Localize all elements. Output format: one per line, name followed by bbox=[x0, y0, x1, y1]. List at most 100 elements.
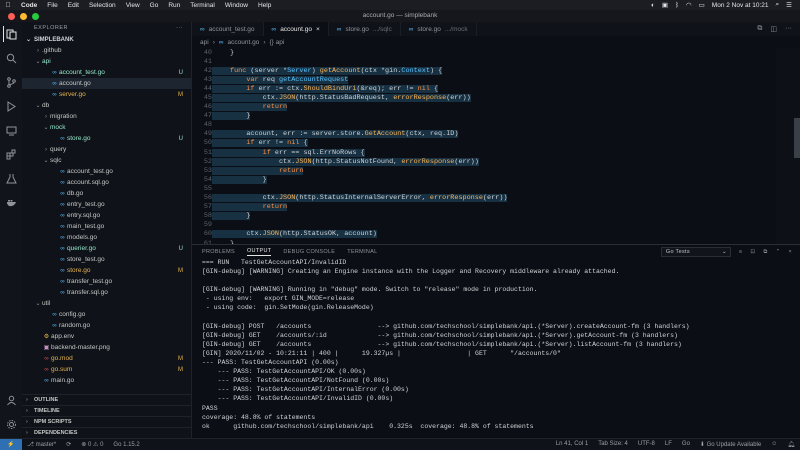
section-timeline[interactable]: › TIMELINE bbox=[22, 405, 192, 416]
sync-icon[interactable]: ⟳ bbox=[61, 441, 76, 448]
tree-file[interactable]: ∞ account.sql.go bbox=[22, 177, 191, 188]
tree-file[interactable]: ∞ config.go bbox=[22, 309, 191, 320]
code-line[interactable]: 44 if err := ctx.ShouldBindUri(&req); er… bbox=[192, 84, 800, 93]
editor-scrollbar[interactable] bbox=[794, 118, 800, 158]
breadcrumb-file[interactable]: account.go bbox=[228, 39, 260, 46]
go-update-indicator[interactable]: ⬇ Go Update Available bbox=[695, 441, 766, 448]
code-editor[interactable]: 40} 41 42 func (server *Server) getAccount… bbox=[192, 48, 800, 244]
code-line[interactable]: 40} bbox=[192, 48, 800, 57]
menu-window[interactable]: Window bbox=[220, 2, 253, 9]
tree-folder[interactable]: ⌄ mock bbox=[22, 122, 191, 133]
code-line[interactable]: 46 return bbox=[192, 103, 800, 112]
tree-file[interactable]: ∞ store_test.go bbox=[22, 254, 191, 265]
notifications-icon[interactable]: 🔔︎ bbox=[782, 441, 800, 448]
menu-terminal[interactable]: Terminal bbox=[185, 2, 220, 9]
list-filter-icon[interactable]: ≡ bbox=[739, 249, 743, 255]
tree-file[interactable]: ⚙ app.env bbox=[22, 331, 191, 342]
close-icon[interactable]: × bbox=[788, 249, 792, 255]
tree-file[interactable]: ∞ main_test.go bbox=[22, 221, 191, 232]
remote-indicator-icon[interactable]: ⚡ bbox=[0, 438, 22, 450]
tree-file[interactable]: ∞ querier.go U bbox=[22, 243, 191, 254]
tree-file[interactable]: ∞ store.go U bbox=[22, 133, 191, 144]
project-root[interactable]: ⌄ SIMPLEBANK bbox=[22, 34, 191, 45]
menu-go[interactable]: Go bbox=[145, 2, 164, 9]
cursor-position[interactable]: Ln 41, Col 1 bbox=[551, 441, 593, 448]
open-log-icon[interactable]: ⧉ bbox=[763, 249, 767, 256]
tree-folder[interactable]: ⌄ db bbox=[22, 100, 191, 111]
battery-icon[interactable]: ▭ bbox=[699, 1, 705, 9]
encoding[interactable]: UTF-8 bbox=[633, 441, 660, 448]
close-icon[interactable]: × bbox=[316, 26, 320, 33]
tree-file[interactable]: ∞ entry.sql.go bbox=[22, 210, 191, 221]
code-line[interactable]: 51 if err == sql.ErrNoRows { bbox=[192, 148, 800, 157]
code-line[interactable]: 47 } bbox=[192, 112, 800, 121]
menu-run[interactable]: Run bbox=[163, 2, 185, 9]
code-line[interactable]: 45 ctx.JSON(http.StatusBadRequest, error… bbox=[192, 93, 800, 103]
tree-file[interactable]: ∞ entry_test.go bbox=[22, 199, 191, 210]
split-editor-icon[interactable]: ◫ bbox=[770, 25, 777, 33]
tab-account-go[interactable]: ∞ account.go × bbox=[263, 22, 329, 36]
tree-file[interactable]: ▣ backend-master.png bbox=[22, 342, 191, 353]
code-line[interactable]: 52 ctx.JSON(http.StatusNotFound, errorRe… bbox=[192, 157, 800, 166]
clock-text[interactable]: Mon 2 Nov at 10:21 bbox=[712, 2, 769, 9]
extensions-icon[interactable] bbox=[3, 146, 19, 162]
tree-file[interactable]: ∞ account.go bbox=[22, 78, 191, 89]
tree-file[interactable]: ∞ store.go M bbox=[22, 265, 191, 276]
tree-file[interactable]: ∞ account_test.go U bbox=[22, 67, 191, 78]
output-log[interactable]: === RUN TestGetAccountAPI/InvalidID [GIN-… bbox=[192, 259, 800, 432]
tree-folder[interactable]: ⌄ sqlc bbox=[22, 155, 191, 166]
code-line[interactable]: 43 var req getAccountRequest bbox=[192, 75, 800, 84]
accounts-icon[interactable] bbox=[3, 392, 19, 408]
apple-icon[interactable]:  bbox=[0, 2, 16, 9]
menu-app-name[interactable]: Code bbox=[16, 2, 42, 9]
tab-size[interactable]: Tab Size: 4 bbox=[593, 441, 633, 448]
tab-store-mock[interactable]: ∞ store.go .../mock bbox=[401, 22, 477, 36]
code-line[interactable]: 50 if err != nil { bbox=[192, 139, 800, 148]
search-icon[interactable] bbox=[3, 50, 19, 66]
tab-terminal[interactable]: TERMINAL bbox=[347, 249, 377, 255]
menu-help[interactable]: Help bbox=[253, 2, 276, 9]
breadcrumb-symbol[interactable]: {} api bbox=[269, 39, 284, 46]
more-actions-icon[interactable]: ··· bbox=[176, 25, 191, 31]
docker-icon[interactable] bbox=[3, 194, 19, 210]
tab-account-test[interactable]: ∞ account_test.go bbox=[192, 22, 264, 36]
code-line[interactable]: 59 bbox=[192, 221, 800, 230]
source-control-icon[interactable] bbox=[3, 74, 19, 90]
bluetooth-icon[interactable]: ᛒ bbox=[675, 2, 679, 9]
menu-file[interactable]: File bbox=[42, 2, 62, 9]
more-actions-icon[interactable]: ··· bbox=[785, 25, 792, 33]
code-line[interactable]: 42 func (server *Server) getAccount(ctx *… bbox=[192, 66, 800, 75]
section-outline[interactable]: › OUTLINE bbox=[22, 394, 192, 405]
code-line[interactable]: 49 account, err := server.store.GetAccou… bbox=[192, 130, 800, 139]
menu-selection[interactable]: Selection bbox=[84, 2, 121, 9]
code-line[interactable]: 53 return bbox=[192, 166, 800, 175]
spotlight-icon[interactable]: ⌕ bbox=[776, 1, 780, 9]
tree-folder[interactable]: ⌄ api bbox=[22, 56, 191, 67]
code-line[interactable]: 48 bbox=[192, 121, 800, 130]
tab-store-sqlc[interactable]: ∞ store.go .../sqlc bbox=[329, 22, 401, 36]
output-channel-select[interactable]: Go Tests ⌄ bbox=[660, 247, 731, 257]
code-line[interactable]: 41 bbox=[192, 57, 800, 66]
code-line[interactable]: 57 return bbox=[192, 203, 800, 212]
code-line[interactable]: 60 ctx.JSON(http.StatusOK, account) bbox=[192, 230, 800, 239]
chevron-up-icon[interactable]: ⌃ bbox=[776, 249, 781, 255]
code-line[interactable]: 56 ctx.JSON(http.StatusInternalServerErr… bbox=[192, 194, 800, 203]
tree-file[interactable]: ∞ account_test.go bbox=[22, 166, 191, 177]
tree-file[interactable]: ∞ transfer.sql.go bbox=[22, 287, 191, 298]
tree-file[interactable]: ∞ go.sum M bbox=[22, 364, 191, 375]
tab-debug-console[interactable]: DEBUG CONSOLE bbox=[283, 249, 335, 255]
end-of-line[interactable]: LF bbox=[660, 441, 677, 448]
tree-file[interactable]: ∞ random.go bbox=[22, 320, 191, 331]
tray-icon-1[interactable]: ◐ bbox=[651, 2, 655, 9]
explorer-icon[interactable] bbox=[3, 26, 19, 42]
tree-file[interactable]: ∞ models.go bbox=[22, 232, 191, 243]
menu-edit[interactable]: Edit bbox=[63, 2, 84, 9]
section-dependencies[interactable]: › DEPENDENCIES bbox=[22, 427, 192, 438]
tree-file[interactable]: ∞ transfer_test.go bbox=[22, 276, 191, 287]
menu-view[interactable]: View bbox=[121, 2, 145, 9]
language-mode[interactable]: Go bbox=[677, 441, 695, 448]
control-center-icon[interactable]: ☰ bbox=[786, 1, 792, 9]
tray-icon-2[interactable]: ▣ bbox=[662, 1, 668, 9]
compare-icon[interactable]: ⧉ bbox=[757, 25, 762, 33]
go-version[interactable]: Go 1.15.2 bbox=[108, 442, 144, 448]
